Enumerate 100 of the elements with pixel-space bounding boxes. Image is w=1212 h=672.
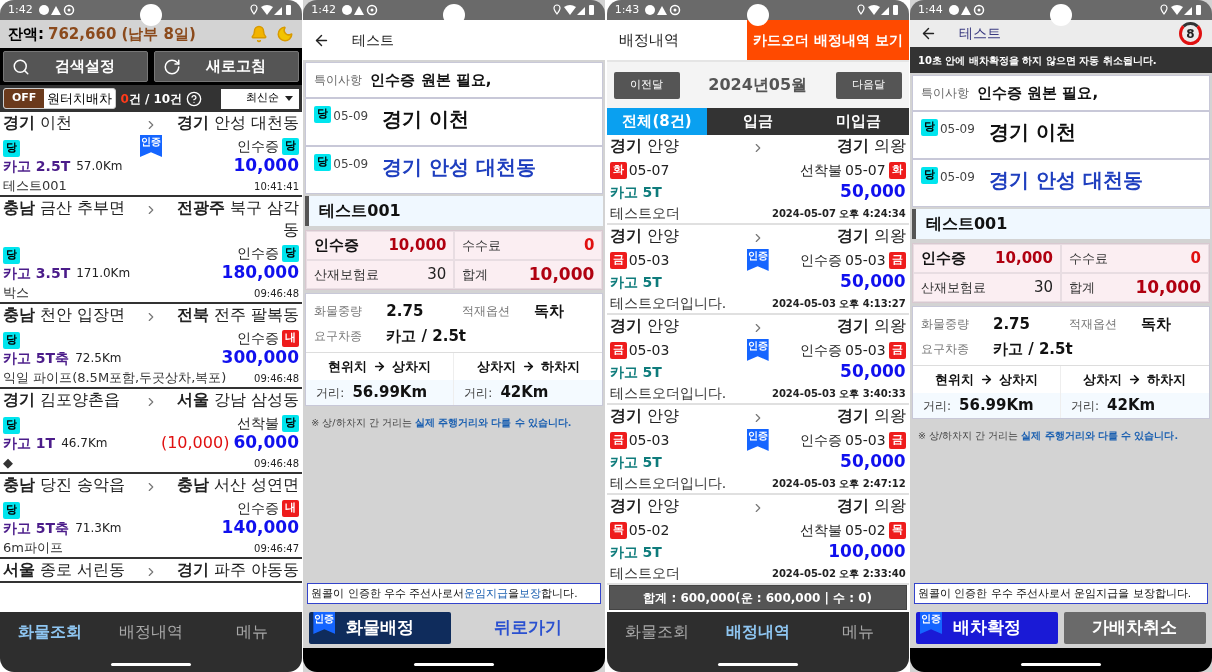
date-text: 05-09	[940, 121, 975, 138]
back-icon[interactable]	[920, 25, 937, 42]
time-text: 09:46:47	[254, 541, 299, 556]
help-icon[interactable]	[186, 90, 203, 107]
destination-text: 경기 의왕	[835, 315, 906, 337]
status-time: 1:44	[918, 1, 943, 18]
day-tag: 금	[888, 341, 906, 359]
fee-label: 산재보험료	[921, 278, 986, 297]
info-value: 2.75	[386, 301, 425, 322]
screen-title: 테스트	[352, 30, 395, 50]
payment-type: 선착불	[799, 160, 842, 180]
price-text: 100,000	[828, 540, 906, 564]
next-month-button[interactable]: 다음달	[835, 71, 902, 99]
day-tag: 금	[609, 341, 627, 359]
status-time: 1:43	[614, 1, 640, 18]
fee-label: 인수증	[921, 248, 966, 270]
time-text: 2024-05-03 오후 4:13:27	[771, 296, 906, 311]
arrow-icon	[1128, 373, 1142, 386]
day-tag: 목	[888, 521, 906, 539]
date-text: 05-07	[844, 160, 886, 180]
nav-tab[interactable]: 화물조회	[0, 620, 101, 644]
destination-text: 충남 서산 성연면	[175, 474, 299, 496]
date-text: 05-03	[844, 340, 886, 360]
info-value: 독차	[1141, 314, 1172, 335]
memo-text: 테스트오더입니다.	[609, 293, 727, 313]
previous-month-button[interactable]: 이전달	[613, 71, 680, 99]
payment-type: 인수증	[237, 498, 279, 518]
origin-text: 경기 안양	[609, 315, 680, 337]
system-icons-drawing	[250, 4, 294, 16]
day-tag: 내	[282, 499, 299, 517]
day-tag: 금	[609, 251, 627, 269]
memo-text: 테스트오더입니다.	[609, 473, 727, 493]
distance-text: 57.0Km	[76, 158, 123, 175]
price-text: 50,000	[840, 360, 906, 384]
system-icons-drawing	[856, 4, 901, 16]
status-icons-drawing	[947, 4, 986, 16]
memo-text: 익일 파이프(8.5M포함,두곳상차,복포)	[3, 369, 227, 388]
day-tag: 당	[314, 106, 332, 123]
time-text: 2024-05-03 오후 2:47:12	[771, 476, 906, 491]
vehicle-type: 카고 5T축	[3, 348, 70, 368]
status-time: 1:42	[311, 1, 337, 18]
info-label: 요구차종	[314, 327, 364, 345]
vehicle-type: 카고 5T축	[3, 518, 70, 538]
distance-value: 56.99Km	[959, 395, 1034, 417]
memo-text: 테스트001	[3, 177, 67, 196]
nav-tab[interactable]: 배정내역	[707, 620, 808, 644]
price-text: 50,000	[840, 450, 906, 474]
price-text: 10,000	[233, 154, 299, 178]
distance-label: 거리:	[923, 397, 952, 415]
memo-text: 테스트오더	[609, 563, 680, 583]
info-label: 요구차종	[921, 340, 970, 358]
status-time: 1:42	[8, 1, 33, 18]
assign-button[interactable]: 인증 화물배정	[309, 612, 452, 644]
special-note-label: 특이사항	[921, 85, 969, 102]
day-tag: 화	[609, 161, 627, 179]
fee-value: 10,000	[1135, 275, 1201, 299]
day-tag: 당	[921, 119, 938, 136]
time-text: 10:41:41	[254, 179, 299, 194]
search-settings-button[interactable]: 검색설정	[3, 51, 148, 82]
sort-dropdown[interactable]: 최신순	[221, 88, 299, 109]
day-tag: 금	[888, 251, 906, 269]
origin-text: 경기 김포양촌읍	[3, 389, 122, 411]
origin-text: 충남 금산 추부면	[3, 197, 127, 219]
date-text: 05-03	[628, 340, 670, 360]
screen-title: 테스트	[959, 24, 1001, 43]
fee-label: 수수료	[1069, 249, 1108, 268]
origin-text: 서울 종로 서린동	[3, 559, 127, 581]
balance-label: 잔액:	[8, 23, 44, 45]
vehicle-type: 카고 1T	[3, 433, 56, 453]
day-tag: 당	[3, 246, 20, 264]
cancel-button[interactable]: 가배차취소	[1064, 612, 1206, 644]
distance-value: 56.99Km	[352, 382, 428, 404]
destination-text: 경기 의왕	[835, 495, 906, 517]
distance-note: ※ 상/하차지 간 거리는 실제 주행거리와 다를 수 있습니다.	[310, 416, 573, 430]
refresh-icon	[163, 57, 181, 76]
cert-ribbon: 인증	[920, 612, 942, 634]
nav-tab[interactable]: 메뉴	[808, 620, 909, 644]
origin-text: 경기 안양	[609, 405, 680, 427]
time-text: 2024-05-02 오후 2:33:40	[771, 566, 906, 581]
day-tag: 당	[3, 501, 20, 519]
nav-tab[interactable]: 배정내역	[100, 620, 202, 644]
back-button[interactable]: 뒤로가기	[457, 612, 600, 644]
assign-button[interactable]: 인증 배차확정	[916, 612, 1058, 644]
nav-tab[interactable]: 화물조회	[606, 620, 708, 644]
origin-text: 충남 천안 입장면	[3, 304, 127, 326]
refresh-button[interactable]: 새로고침	[154, 51, 299, 82]
destination-text: 경기 의왕	[835, 225, 906, 247]
status-icons-drawing	[341, 4, 380, 16]
day-tag: 당	[314, 154, 332, 171]
info-label: 화물중량	[921, 316, 970, 334]
special-note-value: 인수증 원본 필요,	[977, 82, 1099, 104]
day-tag: 목	[609, 521, 627, 539]
day-tag: 당	[3, 331, 20, 349]
nav-tab[interactable]: 메뉴	[201, 620, 302, 644]
arrow-icon	[980, 373, 993, 386]
auto-cancel-notice: 10초 안에 배차확정을 하지 않으면 자동 취소됩니다.	[910, 47, 1212, 73]
destination-text: 전광주 북구 삼각동	[175, 197, 299, 241]
one-touch-toggle[interactable]: OFF 원터치배차	[3, 88, 117, 109]
fee-value: 10,000	[995, 248, 1053, 270]
status-icons-drawing	[37, 4, 76, 16]
